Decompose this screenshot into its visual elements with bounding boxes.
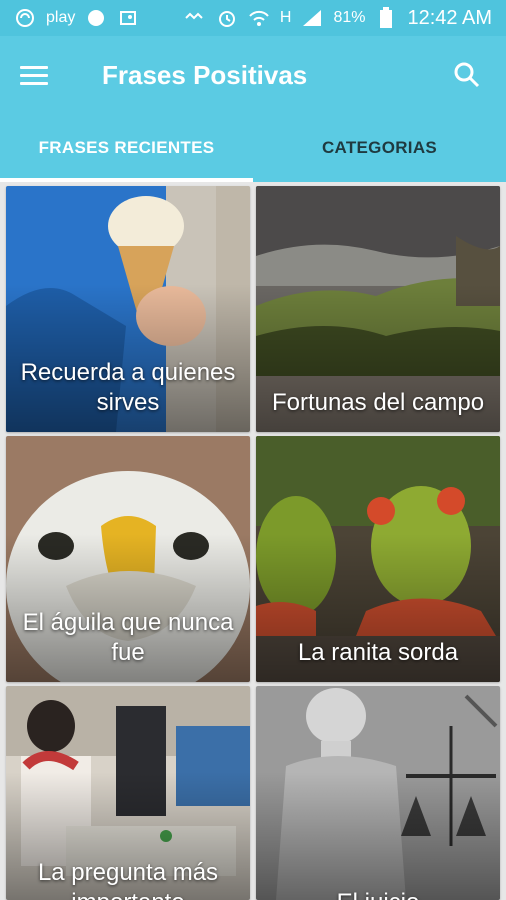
wifi-icon [248, 7, 270, 29]
cards-grid: Recuerda a quienes sirves Fortunas del c… [0, 182, 506, 900]
play-icon: play [46, 9, 76, 26]
tab-categorias[interactable]: CATEGORIAS [253, 114, 506, 182]
card-title: El águila que nunca fue [22, 609, 234, 666]
mute-icon [184, 7, 206, 29]
tab-frases-recientes[interactable]: FRASES RECIENTES [0, 114, 253, 182]
tab-label: CATEGORIAS [321, 138, 438, 157]
card-el-juicio[interactable]: El juicio [256, 686, 500, 900]
page-title: Frases Positivas [102, 59, 308, 90]
search-icon [454, 62, 480, 88]
menu-button[interactable] [20, 55, 60, 95]
app-bar: Frases Positivas [0, 36, 506, 114]
clock: 12:42 AM [407, 6, 492, 29]
menu-icon [20, 65, 48, 69]
tab-bar: FRASES RECIENTES CATEGORIAS [0, 114, 506, 182]
battery-percent: 81% [333, 9, 366, 26]
network-type-icon: H [279, 9, 292, 26]
card-la-pregunta-mas-importante[interactable]: La pregunta más importante [6, 686, 250, 900]
card-fortunas-del-campo[interactable]: Fortunas del campo [256, 186, 500, 432]
signal-icon [301, 7, 323, 29]
search-button[interactable] [450, 58, 484, 92]
image-icon [117, 7, 139, 29]
tab-label: FRASES RECIENTES [38, 138, 215, 157]
chat-icon [85, 7, 107, 29]
alarm-icon [216, 7, 238, 29]
card-recuerda-a-quienes-sirves[interactable]: Recuerda a quienes sirves [6, 186, 250, 432]
refresh-icon [14, 7, 36, 29]
status-bar: play H 81% 12:42 AM [0, 0, 506, 36]
card-title: La pregunta más importante [37, 859, 219, 900]
card-title: Fortunas del campo [271, 389, 485, 416]
card-la-ranita-sorda[interactable]: La ranita sorda [256, 436, 500, 682]
card-title: Recuerda a quienes sirves [20, 359, 236, 416]
card-title: El juicio [262, 888, 494, 900]
card-title: La ranita sorda [297, 639, 459, 666]
card-el-aguila-que-nunca-fue[interactable]: El águila que nunca fue [6, 436, 250, 682]
battery-icon [375, 7, 397, 29]
